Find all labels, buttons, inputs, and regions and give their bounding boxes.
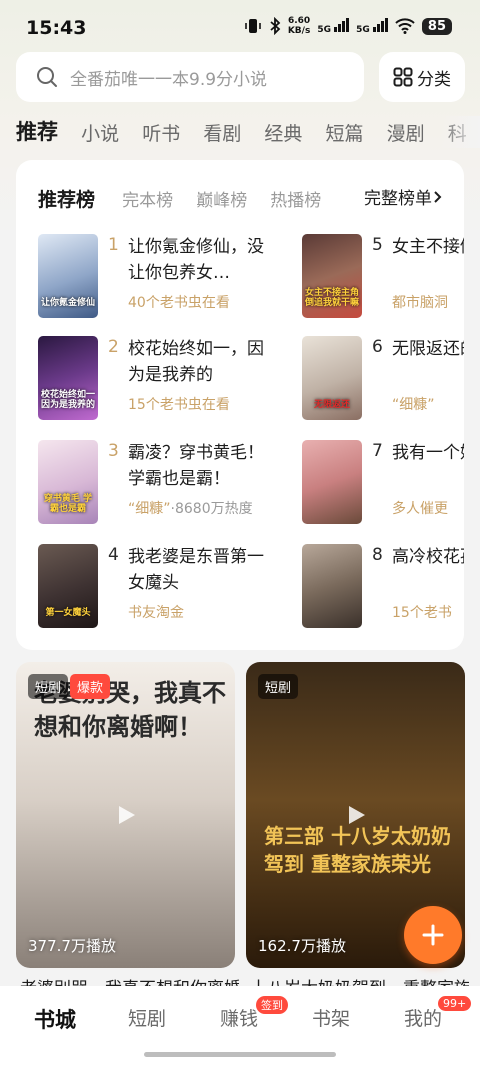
net-speed: 6.60 KB/s: [287, 16, 311, 36]
add-button[interactable]: [404, 906, 462, 964]
rank-tab-peak[interactable]: 巅峰榜: [196, 186, 247, 211]
search-icon: [37, 67, 57, 87]
tab-audiobook[interactable]: 听书: [142, 119, 180, 146]
book-title: 高冷校花孩子是: [392, 547, 464, 567]
book-cover: 让你氪金修仙: [38, 234, 98, 318]
rank-tab-recommend[interactable]: 推荐榜: [38, 185, 95, 212]
book-cover: [302, 440, 362, 524]
book-meta: 都市脑洞: [392, 295, 448, 311]
rank-number: 4: [108, 545, 119, 565]
book-meta: “细糠”: [392, 397, 435, 413]
book-title: 我有一个妹: [392, 443, 464, 463]
drama-tag: 短剧: [258, 674, 299, 699]
book-meta: 40个老书虫在看: [128, 295, 230, 311]
signal-icon-2: 5G: [356, 17, 388, 35]
book-item[interactable]: 让你氪金修仙 1 让你氪金修仙，没让你包养女… 40个老书虫在看: [38, 234, 298, 318]
tab-novel[interactable]: 小说: [81, 119, 119, 146]
book-item[interactable]: 穿书黄毛 学霸也是霸 3 霸凌？穿书黄毛！学霸也是霸！ “细糠”·8680万热度: [38, 440, 298, 524]
category-label: 分类: [417, 69, 451, 90]
tab-recommend[interactable]: 推荐: [16, 116, 58, 146]
book-item[interactable]: 女主不接主角 倒追我就干嘛 5 女主不接倒追我 都市脑洞: [302, 234, 464, 318]
play-count: 377.7万播放: [28, 937, 116, 955]
hot-badge: 爆款: [70, 674, 111, 699]
book-meta: 书友淘金: [128, 605, 184, 621]
tab-classic[interactable]: 经典: [264, 119, 302, 146]
book-cover: 穿书黄毛 学霸也是霸: [38, 440, 98, 524]
book-item[interactable]: 无限返还 6 无限返还的实在太 “细糠”: [302, 336, 464, 420]
status-icons: 6.60 KB/s 5G 5G 85: [244, 16, 452, 36]
ranking-card: 推荐榜 完本榜 巅峰榜 热播榜 完整榜单 让你氪金修仙 1 让你氪金修仙，没让你…: [16, 160, 464, 650]
book-title: 无限返还的实在太: [392, 339, 464, 359]
book-cover: 无限返还: [302, 336, 362, 420]
book-meta: 15个老书: [392, 605, 452, 621]
book-cover: 校花始终如一因为是我养的: [38, 336, 98, 420]
rank-number: 1: [108, 235, 119, 255]
play-icon: [119, 806, 135, 824]
nav-bookshelf[interactable]: 书架: [312, 1004, 350, 1031]
book-item[interactable]: 7 我有一个妹 多人催更: [302, 440, 464, 524]
top-tabs: 推荐 小说 听书 看剧 经典 短篇 漫剧 科: [16, 116, 480, 148]
rank-number: 8: [372, 545, 383, 565]
search-placeholder: 全番茄唯一一本9.9分小说: [70, 69, 268, 90]
rank-number: 2: [108, 337, 119, 357]
book-title: 霸凌？穿书黄毛！学霸也是霸！: [128, 443, 264, 489]
book-cover: [302, 544, 362, 628]
chevron-right-icon: [434, 190, 442, 203]
book-item[interactable]: 第一女魔头 4 我老婆是东晋第一女魔头 书友淘金: [38, 544, 298, 628]
vibrate-icon: [245, 19, 261, 33]
book-item[interactable]: 8 高冷校花孩子是 15个老书: [302, 544, 464, 628]
rank-tab-hot[interactable]: 热播榜: [270, 186, 321, 211]
nav-short-drama[interactable]: 短剧: [128, 1004, 166, 1031]
book-meta: 15个老书虫在看: [128, 397, 230, 413]
book-cover: 第一女魔头: [38, 544, 98, 628]
checkin-badge: 签到: [256, 996, 288, 1014]
category-button[interactable]: 分类: [379, 52, 465, 102]
search-bar[interactable]: 全番茄唯一一本9.9分小说: [16, 52, 364, 102]
tab-short[interactable]: 短篇: [326, 119, 364, 146]
book-title: 校花始终如一，因为是我养的: [128, 339, 264, 385]
book-item[interactable]: 校花始终如一因为是我养的 2 校花始终如一，因为是我养的 15个老书虫在看: [38, 336, 298, 420]
book-cover: 女主不接主角 倒追我就干嘛: [302, 234, 362, 318]
tab-comic-drama[interactable]: 漫剧: [387, 119, 425, 146]
signal-icon-1: 5G: [317, 17, 350, 35]
rank-number: 3: [108, 441, 119, 461]
home-indicator: [144, 1052, 336, 1057]
battery-indicator: 85: [421, 17, 452, 35]
wifi-icon: [395, 18, 415, 34]
grid-icon: [393, 67, 413, 87]
book-meta: 多人催更: [392, 501, 448, 517]
tab-watch-drama[interactable]: 看剧: [203, 119, 241, 146]
bluetooth-icon: [270, 17, 281, 35]
play-count: 162.7万播放: [258, 937, 346, 955]
notification-badge: 99+: [438, 996, 472, 1011]
book-title: 我老婆是东晋第一女魔头: [128, 547, 264, 593]
nav-mine[interactable]: 我的: [404, 1004, 442, 1031]
book-title: 女主不接倒追我: [392, 237, 464, 257]
drama-tag: 短剧: [28, 674, 69, 699]
plus-icon: [422, 924, 444, 946]
drama-headline: 第三部 十八岁太奶奶驾到 重整家族荣光: [264, 824, 451, 876]
drama-card[interactable]: 老婆别哭，我真不想和你离婚啊！ 短剧 爆款 377.7万播放: [16, 662, 235, 968]
rank-number: 7: [372, 441, 383, 461]
nav-bookstore[interactable]: 书城: [34, 1004, 76, 1034]
status-bar: 15:43 6.60 KB/s 5G 5G 85: [0, 0, 480, 56]
rank-number: 6: [372, 337, 383, 357]
play-icon: [349, 806, 365, 824]
book-meta: “细糠”·8680万热度: [128, 501, 253, 517]
full-list-link[interactable]: 完整榜单: [358, 184, 444, 209]
rank-number: 5: [372, 235, 383, 255]
nav-earn[interactable]: 赚钱: [220, 1004, 258, 1031]
book-title: 让你氪金修仙，没让你包养女…: [128, 237, 264, 283]
rank-tab-completed[interactable]: 完本榜: [122, 186, 173, 211]
status-time: 15:43: [26, 17, 87, 39]
